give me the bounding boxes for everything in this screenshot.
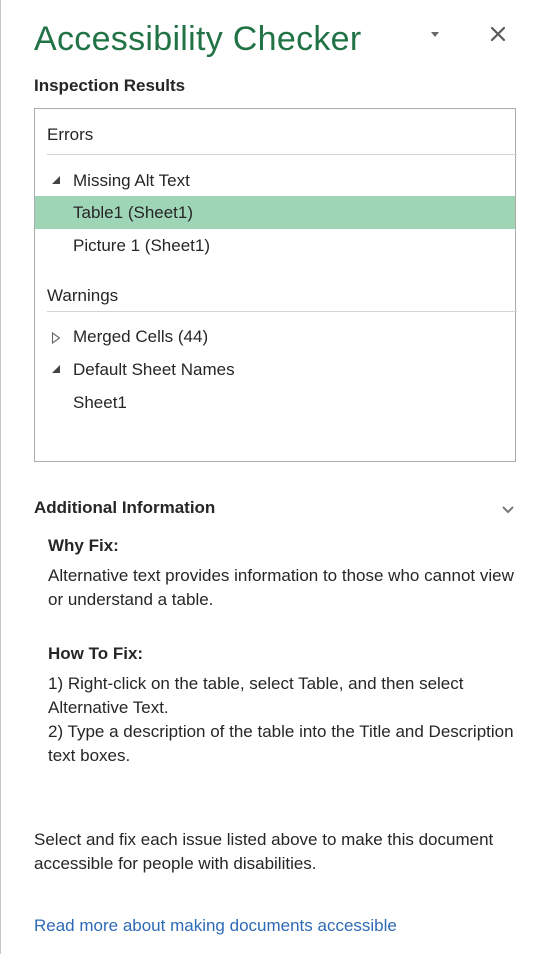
inspection-results-tree[interactable]: Errors Missing Alt Text Table1 (Sheet1) … <box>34 108 517 462</box>
tree-item-label: Missing Alt Text <box>73 171 190 190</box>
tree-item-table1-sheet1[interactable]: Table1 (Sheet1) <box>35 196 515 229</box>
errors-divider <box>47 154 517 155</box>
why-fix-text: Alternative text provides information to… <box>48 566 514 609</box>
chevron-down-icon <box>502 506 514 514</box>
tree-item-label: Sheet1 <box>73 393 127 412</box>
why-fix-heading: Why Fix: <box>48 536 119 555</box>
collapse-additional-info-button[interactable] <box>500 502 516 518</box>
errors-group-label: Errors <box>47 125 94 144</box>
tree-item-label: Picture 1 (Sheet1) <box>73 236 211 255</box>
tree-item-missing-alt-text[interactable]: Missing Alt Text <box>35 164 515 197</box>
close-icon <box>490 26 506 42</box>
expanded-triangle-icon[interactable] <box>51 353 63 386</box>
close-pane-button[interactable] <box>486 22 512 48</box>
how-to-fix-step-1: 1) Right-click on the table, select Tabl… <box>48 674 464 717</box>
read-more-link[interactable]: Read more about making documents accessi… <box>34 916 397 936</box>
pane-options-button[interactable] <box>426 26 450 46</box>
tree-item-merged-cells[interactable]: Merged Cells (44) <box>35 320 515 353</box>
additional-information-heading: Additional Information <box>34 498 216 517</box>
pane-title: Accessibility Checker <box>34 20 362 58</box>
tree-item-label: Merged Cells (44) <box>73 327 209 346</box>
how-to-fix-heading: How To Fix: <box>48 644 144 663</box>
tree-item-label: Default Sheet Names <box>73 360 235 379</box>
pane-left-border <box>0 0 1 954</box>
select-and-fix-text: Select and fix each issue listed above t… <box>34 830 494 873</box>
tree-item-picture1-sheet1[interactable]: Picture 1 (Sheet1) <box>35 229 515 262</box>
warnings-divider <box>47 311 517 312</box>
warnings-group-label: Warnings <box>47 286 119 305</box>
tree-item-default-sheet-names[interactable]: Default Sheet Names <box>35 353 515 386</box>
dropdown-triangle-icon <box>431 32 439 37</box>
collapsed-triangle-icon[interactable] <box>51 320 63 353</box>
tree-item-label: Table1 (Sheet1) <box>73 203 194 222</box>
how-to-fix-step-2: 2) Type a description of the table into … <box>48 722 514 765</box>
expanded-triangle-icon[interactable] <box>51 164 63 197</box>
tree-item-sheet1[interactable]: Sheet1 <box>35 386 515 419</box>
inspection-results-heading: Inspection Results <box>34 76 186 95</box>
